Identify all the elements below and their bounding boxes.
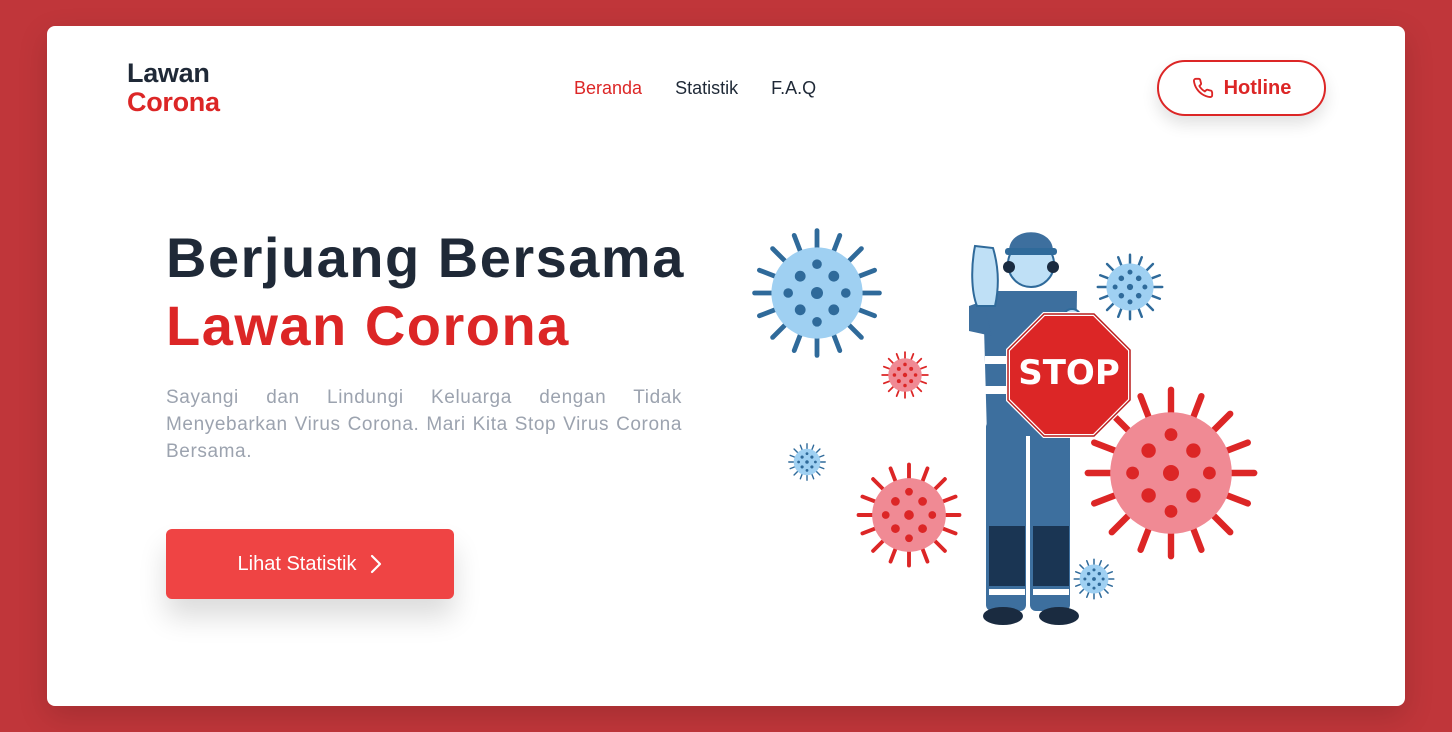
stop-sign-text: STOP bbox=[1018, 353, 1120, 393]
stop-sign: STOP bbox=[1006, 312, 1132, 438]
hero-title: Berjuang Bersama Lawan Corona bbox=[166, 224, 685, 360]
chevron-right-icon bbox=[371, 554, 382, 574]
logo-line-2: Corona bbox=[127, 87, 220, 117]
hotline-label: Hotline bbox=[1223, 76, 1292, 99]
virus-blue-tiny bbox=[1073, 558, 1115, 600]
stop-corona-illustration: STOP bbox=[747, 196, 1267, 625]
phone-icon bbox=[1192, 77, 1213, 98]
virus-red-small bbox=[881, 351, 929, 399]
main-nav: Beranda Statistik F.A.Q bbox=[574, 78, 816, 99]
hotline-button[interactable]: Hotline bbox=[1157, 60, 1326, 116]
virus-blue-large bbox=[755, 231, 880, 356]
nav-item-statistik[interactable]: Statistik bbox=[675, 78, 738, 99]
hero-title-line-2: Lawan Corona bbox=[166, 294, 570, 357]
nav-item-beranda[interactable]: Beranda bbox=[574, 78, 642, 99]
logo[interactable]: Lawan Corona bbox=[127, 59, 220, 117]
hero-description: Sayangi dan Lindungi Keluarga dengan Tid… bbox=[166, 387, 682, 462]
view-statistics-button[interactable]: Lihat Statistik bbox=[166, 529, 454, 599]
hero-title-line-1: Berjuang Bersama bbox=[166, 226, 685, 289]
logo-line-1: Lawan bbox=[127, 58, 210, 88]
virus-red-medium bbox=[856, 462, 962, 568]
cta-label: Lihat Statistik bbox=[237, 552, 357, 575]
virus-blue-small bbox=[788, 443, 826, 481]
hero-card: Lawan Corona Beranda Statistik F.A.Q Hot… bbox=[47, 26, 1405, 706]
nav-item-faq[interactable]: F.A.Q bbox=[771, 78, 816, 99]
virus-blue-medium bbox=[1096, 253, 1164, 321]
